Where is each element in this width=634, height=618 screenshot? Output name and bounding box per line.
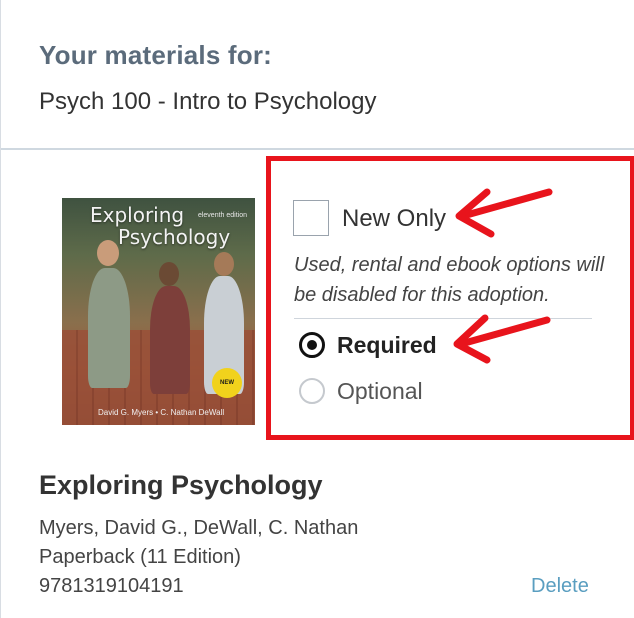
book-isbn: 9781319104191	[39, 575, 184, 597]
book-authors: Myers, David G., DeWall, C. Nathan	[39, 517, 359, 539]
cover-title-line1: Exploring	[90, 203, 185, 227]
new-only-help-text: Used, rental and ebook options will be d…	[294, 254, 605, 306]
course-name: Psych 100 - Intro to Psychology	[39, 88, 377, 115]
cover-title-line2: Psychology	[118, 225, 231, 249]
book-cover-image: Exploring Psychology eleventh edition NE…	[62, 198, 255, 425]
cover-edition: eleventh edition	[197, 212, 247, 219]
cover-new-badge: NEW	[212, 368, 242, 398]
arrow-icon-required	[453, 314, 551, 364]
cover-head-middle	[159, 262, 179, 286]
cover-person-middle	[150, 286, 190, 394]
materials-header: Your materials for: Psych 100 - Intro to…	[1, 0, 634, 150]
book-format: Paperback (11 Edition)	[39, 546, 241, 568]
cover-title: Exploring Psychology	[90, 204, 230, 248]
required-radio[interactable]	[299, 332, 325, 358]
optional-radio-label[interactable]: Optional	[337, 378, 423, 405]
delete-link[interactable]: Delete	[531, 575, 589, 598]
book-title: Exploring Psychology	[39, 470, 323, 500]
arrow-icon-new-only	[455, 188, 553, 238]
cover-head-right	[214, 252, 234, 276]
materials-heading: Your materials for:	[39, 40, 273, 70]
new-only-label[interactable]: New Only	[342, 205, 446, 233]
cover-authors: David G. Myers • C. Nathan DeWall	[98, 408, 225, 417]
new-only-checkbox[interactable]	[293, 200, 329, 236]
required-radio-label[interactable]: Required	[337, 332, 437, 359]
optional-radio[interactable]	[299, 378, 325, 404]
cover-person-left	[88, 268, 130, 388]
materials-card: Your materials for: Psych 100 - Intro to…	[0, 0, 634, 618]
